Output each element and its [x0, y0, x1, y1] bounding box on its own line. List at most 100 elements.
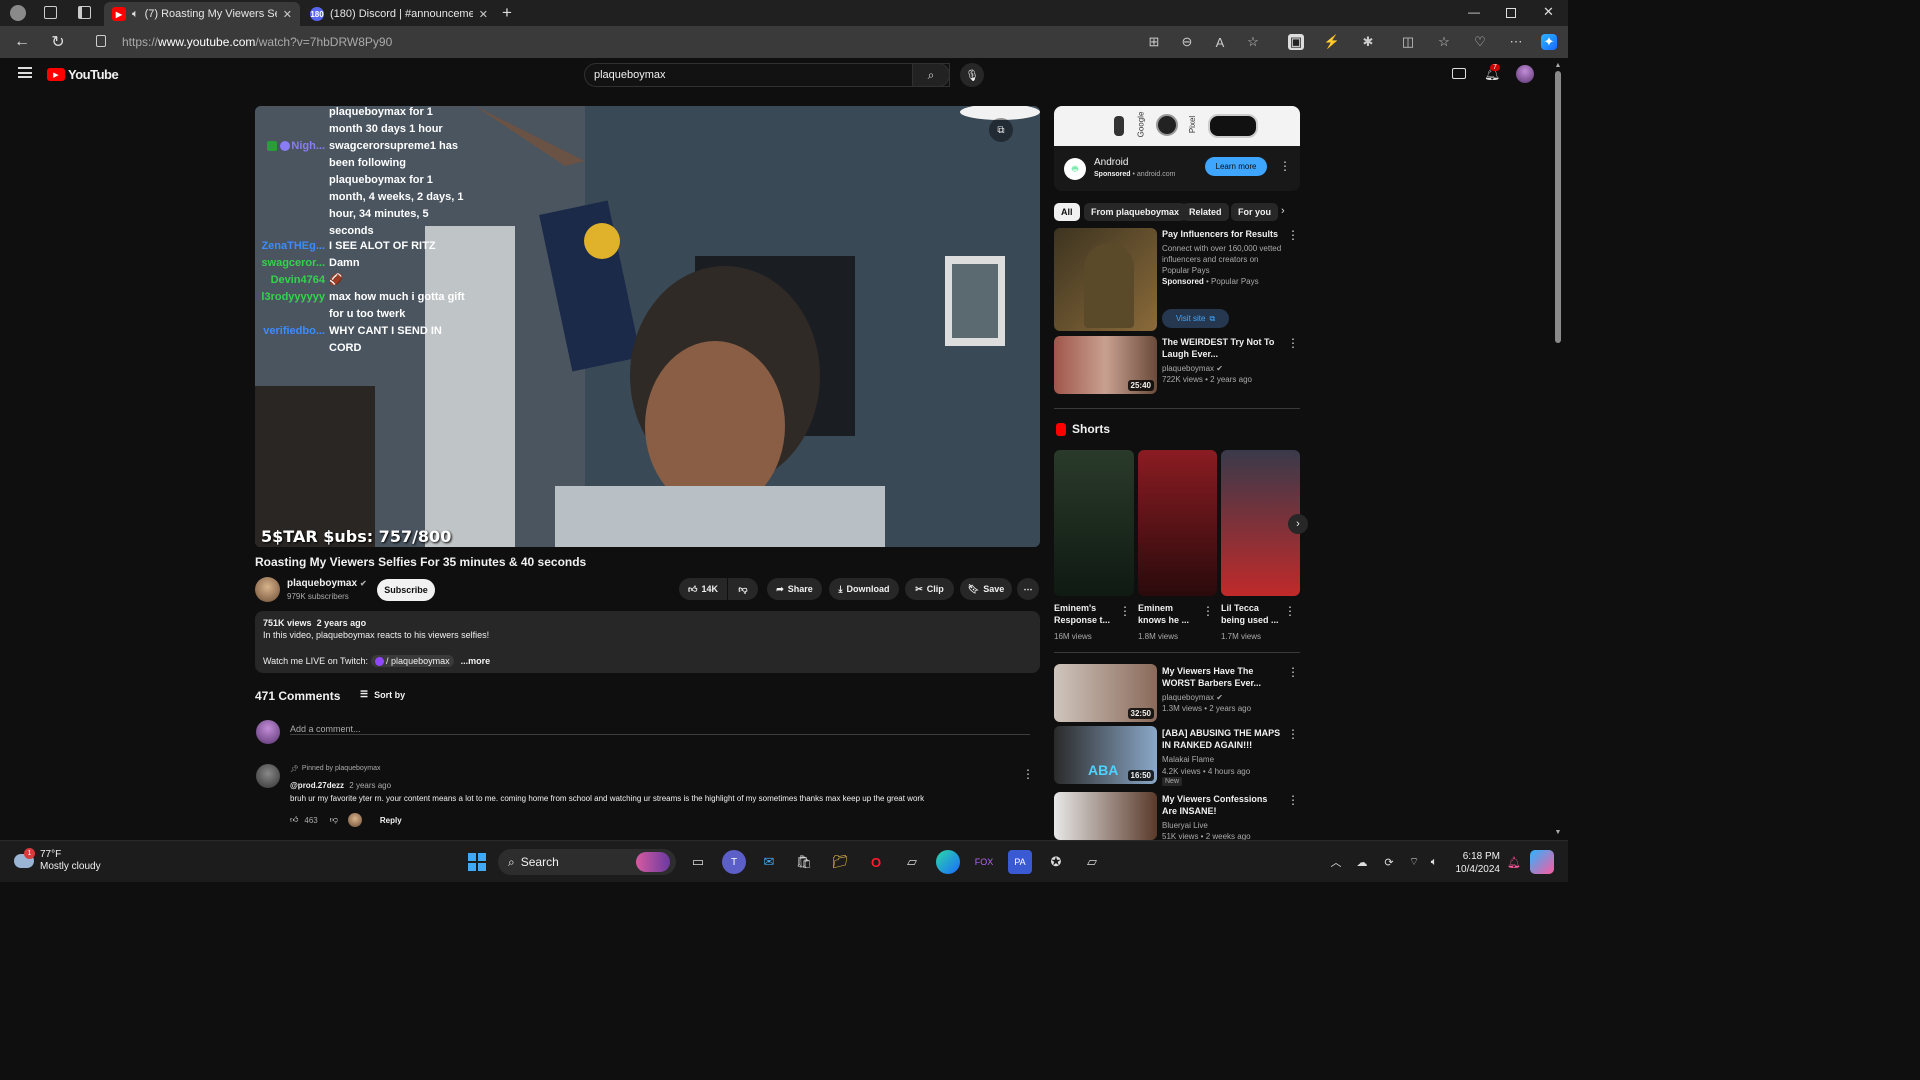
- extension-icon[interactable]: ⚡: [1324, 34, 1340, 50]
- browser-essentials-icon[interactable]: ♡: [1472, 34, 1488, 50]
- refresh-icon[interactable]: ↻: [48, 32, 68, 52]
- sponsored-thumbnail[interactable]: [1054, 228, 1157, 331]
- app-icon[interactable]: PA: [1008, 850, 1032, 874]
- tab-discord[interactable]: 180 (180) Discord | #announcements ✕: [302, 2, 496, 26]
- volume-icon[interactable]: 🔈︎: [1422, 850, 1446, 874]
- chip-next-icon[interactable]: ›: [1281, 205, 1285, 217]
- edge-icon[interactable]: [936, 850, 960, 874]
- app-available-icon[interactable]: ⊞: [1146, 34, 1162, 50]
- sort-by-button[interactable]: ☰ Sort by: [360, 689, 405, 700]
- search-input[interactable]: plaqueboymax ✕: [584, 63, 950, 87]
- chip-all[interactable]: All: [1054, 203, 1080, 221]
- comment-like-icon[interactable]: 👍︎: [290, 815, 298, 825]
- save-button[interactable]: 🔖︎ Save: [960, 578, 1012, 600]
- twitch-link[interactable]: / plaqueboymax: [371, 655, 454, 667]
- ad-card[interactable]: Google Pixel 🤖︎ Android Sponsored • andr…: [1054, 106, 1300, 191]
- weather-widget[interactable]: 1 77°F Mostly cloudy: [14, 848, 101, 873]
- app-icon[interactable]: ▱: [1080, 850, 1104, 874]
- item-menu-icon[interactable]: ⋮: [1287, 336, 1299, 350]
- notification-bell-icon[interactable]: 🔔︎: [1502, 850, 1526, 874]
- voice-search-button[interactable]: 🎙︎: [960, 63, 984, 87]
- opera-icon[interactable]: O: [864, 850, 888, 874]
- chip-from-channel[interactable]: From plaqueboymax: [1084, 203, 1187, 221]
- tab-actions-icon[interactable]: [78, 6, 91, 19]
- tab-youtube[interactable]: ▶ 🔈︎ (7) Roasting My Viewers Sel ✕: [104, 2, 300, 26]
- short-title[interactable]: Lil Tecca being used ...: [1221, 602, 1285, 626]
- close-tab-icon[interactable]: ✕: [283, 8, 292, 21]
- close-tab-icon[interactable]: ✕: [479, 8, 488, 21]
- video-thumbnail[interactable]: [1054, 792, 1157, 840]
- tray-overflow-icon[interactable]: ︿: [1324, 850, 1348, 874]
- share-button[interactable]: ➦ Share: [767, 578, 822, 600]
- comment-author[interactable]: @prod.27dezz: [290, 781, 344, 790]
- lock-icon[interactable]: [96, 35, 106, 47]
- visit-site-button[interactable]: Visit site ⧉: [1162, 309, 1229, 328]
- start-icon[interactable]: [465, 850, 489, 874]
- download-button[interactable]: ⤓ Download: [829, 578, 899, 600]
- video-thumbnail[interactable]: 32:50: [1054, 664, 1157, 722]
- short-menu-icon[interactable]: ⋮: [1284, 604, 1296, 618]
- read-aloud-icon[interactable]: A: [1212, 34, 1228, 50]
- short-title[interactable]: Eminem knows he ...: [1138, 602, 1202, 626]
- ad-menu-icon[interactable]: ⋮: [1279, 159, 1291, 173]
- video-player[interactable]: ⧉ plaqueboymax for 1 month 30 days 1 hou…: [255, 106, 1040, 547]
- channel-name[interactable]: plaqueboymax ✔: [287, 578, 367, 589]
- short-menu-icon[interactable]: ⋮: [1202, 604, 1214, 618]
- item-menu-icon[interactable]: ⋮: [1287, 228, 1299, 242]
- comment-dislike-icon[interactable]: 👎︎: [330, 815, 338, 825]
- sponsored-title[interactable]: Pay Influencers for Results: [1162, 228, 1288, 240]
- copilot-icon[interactable]: ✦: [1541, 34, 1557, 50]
- favorites-icon[interactable]: ☆: [1436, 34, 1452, 50]
- task-view-icon[interactable]: ▭: [686, 850, 710, 874]
- menu-icon[interactable]: [18, 67, 32, 78]
- url-field[interactable]: https://www.youtube.com/watch?v=7hbDRW8P…: [122, 29, 1302, 55]
- video-thumbnail[interactable]: 25:40: [1054, 336, 1157, 394]
- short-thumbnail[interactable]: [1054, 450, 1134, 596]
- create-icon[interactable]: [1452, 68, 1466, 79]
- zoom-icon[interactable]: ⊖: [1179, 34, 1195, 50]
- scroll-thumb[interactable]: [1555, 71, 1561, 343]
- item-menu-icon[interactable]: ⋮: [1287, 665, 1299, 679]
- app-icon[interactable]: ✪: [1044, 850, 1068, 874]
- search-button[interactable]: ⌕: [912, 63, 950, 87]
- extension-icon[interactable]: ▣: [1288, 34, 1304, 50]
- comment-age[interactable]: 2 years ago: [349, 781, 391, 790]
- like-button[interactable]: 👍︎ 14K: [679, 578, 727, 600]
- comment-menu-icon[interactable]: ⋮: [1022, 767, 1034, 781]
- close-window-icon[interactable]: ✕: [1543, 4, 1554, 20]
- extensions-puzzle-icon[interactable]: ✱: [1360, 34, 1376, 50]
- description-box[interactable]: 751K views 2 years ago In this video, pl…: [255, 611, 1040, 673]
- subscribe-button[interactable]: Subscribe: [377, 579, 435, 601]
- channel-avatar[interactable]: [255, 577, 280, 602]
- file-explorer-icon[interactable]: 📁︎: [828, 850, 852, 874]
- taskbar-search[interactable]: ⌕ Search: [498, 849, 676, 875]
- item-menu-icon[interactable]: ⋮: [1287, 793, 1299, 807]
- new-tab-icon[interactable]: +: [502, 3, 512, 23]
- avatar[interactable]: [1516, 65, 1534, 83]
- short-menu-icon[interactable]: ⋮: [1119, 604, 1131, 618]
- video-title[interactable]: The WEIRDEST Try Not To Laugh Ever...: [1162, 336, 1280, 360]
- chip-for-you[interactable]: For you: [1231, 203, 1278, 221]
- mail-icon[interactable]: ✉: [757, 850, 781, 874]
- more-actions-button[interactable]: ⋯: [1017, 578, 1039, 600]
- back-icon[interactable]: ←: [12, 32, 32, 52]
- favorite-star-icon[interactable]: ☆: [1245, 34, 1261, 50]
- video-title[interactable]: My Viewers Have The WORST Barbers Ever..…: [1162, 665, 1284, 689]
- video-thumbnail[interactable]: ABA 16:50: [1054, 726, 1157, 784]
- youtube-logo[interactable]: ▶ YouTube: [47, 67, 119, 82]
- split-screen-icon[interactable]: ◫: [1400, 34, 1416, 50]
- video-title[interactable]: [ABA] ABUSING THE MAPS IN RANKED AGAIN!!…: [1162, 727, 1284, 751]
- short-title[interactable]: Eminem's Response t...: [1054, 602, 1118, 626]
- clip-button[interactable]: ✂ Clip: [905, 578, 954, 600]
- learn-more-button[interactable]: Learn more: [1205, 157, 1267, 176]
- video-title[interactable]: My Viewers Confessions Are INSANE!: [1162, 793, 1284, 817]
- app-icon[interactable]: FOX: [972, 850, 996, 874]
- teams-icon[interactable]: T: [722, 850, 746, 874]
- page-scrollbar[interactable]: ▲ ▼: [1554, 62, 1562, 836]
- chip-related[interactable]: Related: [1182, 203, 1229, 221]
- onedrive-icon[interactable]: ☁: [1350, 850, 1374, 874]
- copilot-icon[interactable]: [1530, 850, 1554, 874]
- restore-icon[interactable]: [1506, 8, 1516, 18]
- speaker-icon[interactable]: 🔈︎: [132, 8, 139, 21]
- profile-icon[interactable]: [10, 5, 26, 21]
